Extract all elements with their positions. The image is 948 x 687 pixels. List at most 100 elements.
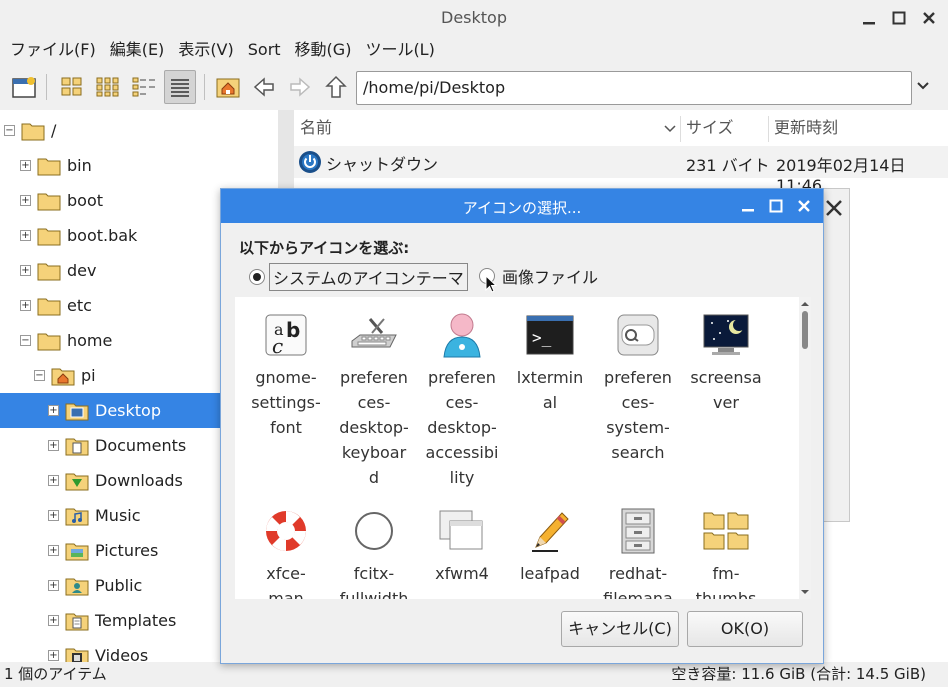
icon-label-line: system- (606, 418, 670, 437)
dialog-titlebar: アイコンの選択... (221, 189, 823, 223)
search-icon (614, 311, 662, 359)
folder-icon (37, 226, 61, 246)
new-window-button[interactable] (8, 70, 40, 104)
templates-folder-icon (65, 611, 89, 631)
dialog-maximize-button[interactable] (765, 195, 787, 217)
path-input[interactable]: /home/pi/Desktop (356, 71, 912, 105)
status-free-space: 空き容量: 11.6 GiB (合計: 14.5 GiB) (671, 665, 926, 683)
tree-expander[interactable]: + (48, 475, 59, 486)
column-header-size[interactable]: サイズ (686, 116, 772, 144)
menu-edit[interactable]: 編集(E) (110, 36, 165, 64)
menu-bar: ファイル(F) 編集(E) 表示(V) Sort 移動(G) ツール(L) (0, 36, 948, 64)
up-button[interactable] (320, 70, 352, 104)
tree-expander[interactable]: + (48, 650, 59, 661)
tree-expander[interactable]: + (48, 405, 59, 416)
scrollbar-thumb[interactable] (802, 311, 808, 349)
column-header-modified[interactable]: 更新時刻 (774, 116, 944, 144)
music-folder-icon (65, 506, 89, 526)
icon-grid-scrollbar[interactable] (799, 297, 811, 599)
tree-expander[interactable]: + (20, 160, 31, 171)
icon-label-line: gnome- (255, 368, 317, 387)
tree-expander[interactable]: + (48, 440, 59, 451)
menu-go[interactable]: 移動(G) (295, 36, 352, 64)
public-folder-icon (65, 576, 89, 596)
tree-expander[interactable]: + (20, 300, 31, 311)
menu-file[interactable]: ファイル(F) (10, 36, 96, 64)
forward-button[interactable] (284, 70, 316, 104)
minimize-button[interactable] (858, 7, 880, 29)
icon-label-line: desktop- (427, 418, 497, 437)
icon-option[interactable]: leafpad (507, 507, 593, 586)
icon-option-label: preferen ces-desktop-keyboar d (331, 365, 417, 490)
close-button[interactable] (918, 7, 940, 29)
new-window-icon (12, 77, 36, 98)
radio-image-file[interactable]: 画像ファイル (479, 263, 601, 289)
icon-label-line: fcitx- (353, 564, 395, 583)
circle-icon (350, 507, 398, 555)
tree-item-label: Pictures (95, 541, 159, 560)
tree-expander[interactable]: + (20, 195, 31, 206)
menu-sort[interactable]: Sort (248, 36, 281, 64)
icon-label-line: lity (449, 468, 475, 487)
menu-view[interactable]: 表示(V) (178, 36, 233, 64)
icon-view-icon (61, 77, 82, 96)
radio-image-file-label: 画像ファイル (502, 268, 599, 287)
status-bar: 1 個のアイテム 空き容量: 11.6 GiB (合計: 14.5 GiB) (0, 662, 948, 687)
tree-expander[interactable]: − (34, 370, 45, 381)
tree-item-label: bin (67, 156, 92, 175)
tree-item-label: Public (95, 576, 143, 595)
icon-option[interactable]: screensa ver (683, 311, 769, 415)
radio-icon-theme[interactable]: システムのアイコンテーマ (249, 263, 468, 291)
tree-item-root[interactable]: − / (0, 113, 278, 148)
font-icon: abc (262, 311, 310, 359)
home-button[interactable] (212, 70, 244, 104)
icon-label-line: accessibi (425, 443, 499, 462)
maximize-button[interactable] (888, 7, 910, 29)
icon-option[interactable]: xfce-man (243, 507, 329, 599)
tree-expander[interactable]: − (20, 335, 31, 346)
icon-option[interactable]: >_ lxtermin al (507, 311, 593, 415)
column-name-label: 名前 (300, 118, 333, 137)
table-row[interactable]: シャットダウン 231 バイト 2019年02月14日 11:46 (294, 146, 948, 195)
tree-expander[interactable]: + (20, 265, 31, 276)
tree-expander[interactable]: + (48, 510, 59, 521)
icon-option[interactable]: preferen ces-desktop-keyboar d (331, 311, 417, 490)
icon-label-line: lxtermin (516, 368, 584, 387)
back-button[interactable] (248, 70, 280, 104)
ok-button[interactable]: OK(O) (687, 611, 803, 647)
icon-option[interactable]: a b c gnome-settings-font (243, 311, 329, 440)
folder-icon (37, 296, 61, 316)
tree-item-label: / (51, 121, 57, 140)
tree-expander[interactable]: + (48, 580, 59, 591)
dialog-minimize-button[interactable] (737, 195, 759, 217)
icon-option[interactable]: preferen ces-desktop-accessibi lity (419, 311, 505, 490)
tree-item-bin[interactable]: + bin (0, 148, 278, 183)
tree-expander[interactable]: + (48, 545, 59, 556)
menu-tools[interactable]: ツール(L) (365, 36, 434, 64)
thumbnail-view-button[interactable] (92, 70, 124, 104)
icon-option[interactable]: fcitx-fullwidth (331, 507, 417, 599)
folder-icon (37, 191, 61, 211)
compact-view-button[interactable] (128, 70, 160, 104)
cancel-button[interactable]: キャンセル(C) (561, 611, 679, 647)
icon-label-line: ver (713, 393, 739, 412)
tree-item-label: Documents (95, 436, 187, 455)
terminal-icon: >_ (526, 311, 574, 359)
detailed-list-view-button[interactable] (164, 70, 196, 104)
dialog-close-button[interactable] (793, 195, 815, 217)
screensaver-icon (702, 311, 750, 359)
icon-option[interactable]: fm-thumbs (683, 507, 769, 599)
pencil-icon (526, 507, 574, 555)
tree-expander[interactable]: + (48, 615, 59, 626)
icon-option[interactable]: redhat-filemana (595, 507, 681, 599)
path-dropdown-button[interactable] (916, 78, 930, 97)
icon-option[interactable]: xfwm4 (419, 507, 505, 586)
power-icon (299, 151, 321, 173)
tree-expander[interactable]: − (4, 125, 15, 136)
icon-option[interactable]: preferen ces-system-search (595, 311, 681, 465)
column-header-name[interactable]: 名前 (300, 116, 680, 144)
tree-expander[interactable]: + (20, 230, 31, 241)
icon-label-line: man (268, 589, 304, 599)
file-name: シャットダウン (326, 155, 439, 174)
icon-view-button[interactable] (56, 70, 88, 104)
